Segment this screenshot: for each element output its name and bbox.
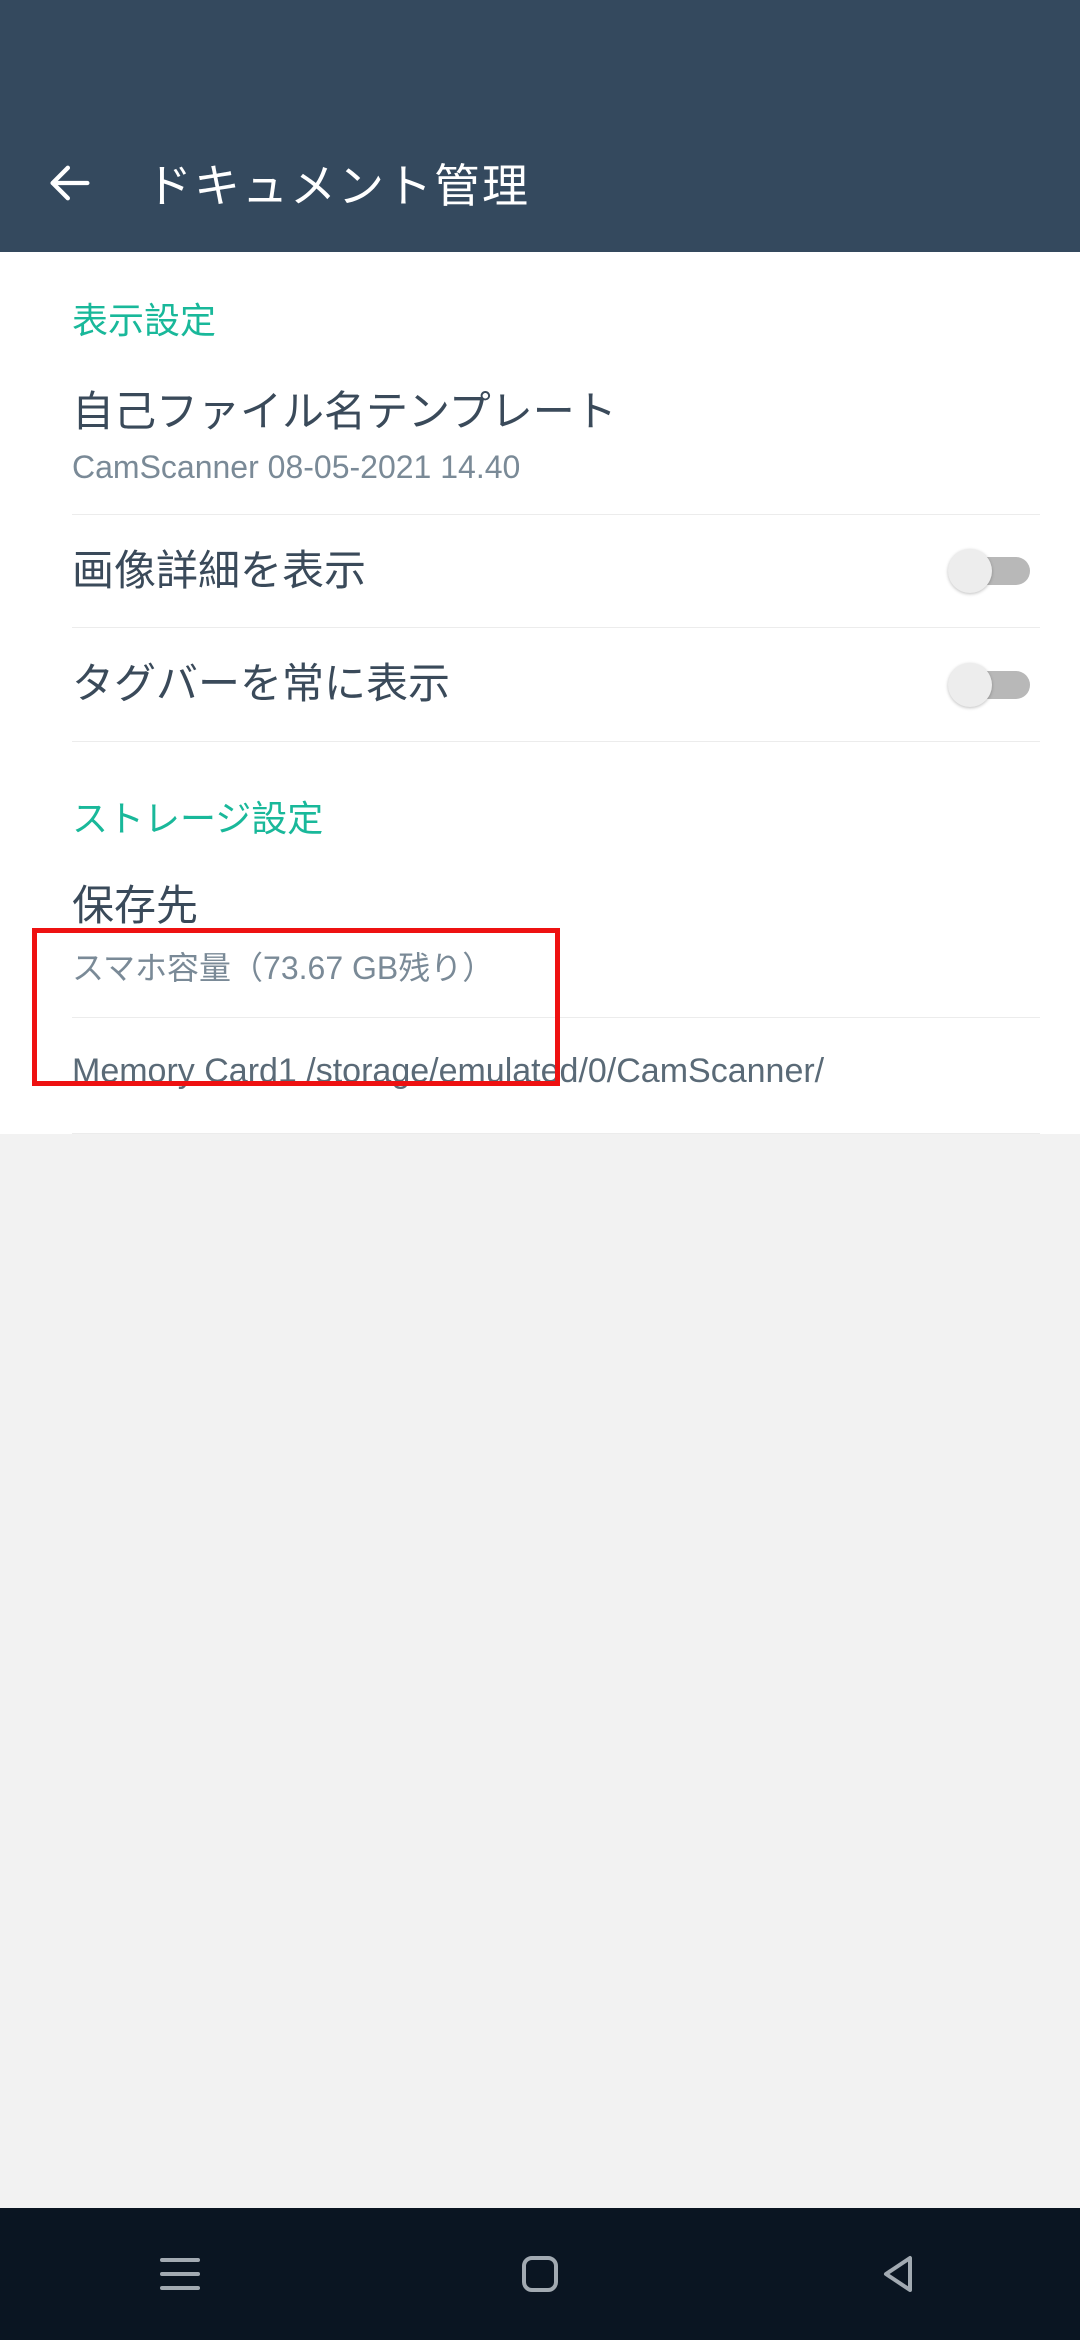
triangle-left-icon (876, 2250, 924, 2298)
toggle-always-show-tagbar[interactable] (948, 663, 1040, 707)
section-header-display: 表示設定 (72, 252, 1040, 356)
square-icon (516, 2250, 564, 2298)
arrow-left-icon (44, 157, 96, 209)
toggle-show-image-detail[interactable] (948, 549, 1040, 593)
item-title: 画像詳細を表示 (72, 543, 366, 600)
empty-area (0, 1134, 1080, 2208)
back-button[interactable] (28, 141, 112, 225)
nav-recent-button[interactable] (80, 2234, 280, 2314)
settings-content: 表示設定 自己ファイル名テンプレート CamScanner 08-05-2021… (0, 252, 1080, 1134)
item-save-destination[interactable]: 保存先 スマホ容量（73.67 GB残り） (72, 854, 1040, 1018)
toggle-thumb (948, 549, 992, 593)
nav-home-button[interactable] (440, 2234, 640, 2314)
item-show-image-detail[interactable]: 画像詳細を表示 (72, 515, 1040, 629)
item-filename-template[interactable]: 自己ファイル名テンプレート CamScanner 08-05-2021 14.4… (72, 356, 1040, 515)
item-subtitle: スマホ容量（73.67 GB残り） (72, 943, 494, 989)
page-title: ドキュメント管理 (146, 150, 530, 216)
system-nav-bar (0, 2208, 1080, 2340)
menu-icon (152, 2252, 208, 2296)
nav-back-button[interactable] (800, 2234, 1000, 2314)
storage-path[interactable]: Memory Card1 /storage/emulated/0/CamScan… (72, 1018, 1040, 1134)
toggle-thumb (948, 663, 992, 707)
section-header-storage: ストレージ設定 (72, 742, 1040, 854)
item-subtitle: CamScanner 08-05-2021 14.40 (72, 449, 617, 486)
item-title: 自己ファイル名テンプレート (72, 384, 617, 441)
item-always-show-tagbar[interactable]: タグバーを常に表示 (72, 628, 1040, 742)
app-bar: ドキュメント管理 (0, 0, 1080, 252)
item-title: タグバーを常に表示 (72, 656, 450, 713)
item-title: 保存先 (72, 878, 494, 935)
